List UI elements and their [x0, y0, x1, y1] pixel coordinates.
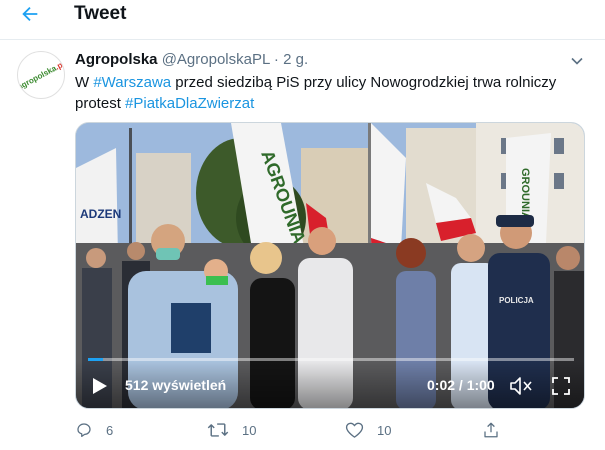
arrow-left-icon	[22, 6, 38, 22]
page-title: Tweet	[74, 3, 127, 24]
tweet-time[interactable]: 2 g.	[283, 51, 308, 68]
avatar[interactable]: agropolska.pl	[17, 51, 65, 99]
retweet-icon	[207, 423, 229, 437]
protest-banner-right: GROUNIA	[519, 168, 531, 220]
play-button[interactable]	[88, 375, 110, 397]
chevron-down-icon	[571, 57, 583, 65]
retweet-count: 10	[242, 422, 257, 438]
share-icon	[484, 422, 498, 438]
fullscreen-icon	[552, 377, 570, 395]
heart-icon	[345, 422, 364, 438]
tweet-meta: Agropolska @AgropolskaPL · 2 g.	[75, 50, 308, 70]
police-label: POLICJA	[499, 296, 534, 305]
reply-icon	[77, 423, 91, 438]
play-icon	[93, 378, 107, 394]
mute-button[interactable]	[509, 375, 533, 397]
tweet[interactable]: agropolska.pl Agropolska @AgropolskaPL ·…	[0, 40, 605, 450]
video-player[interactable]: ADZEN AGROUNIA GROUNIA POLICJA 512 wyświ…	[75, 122, 585, 409]
protest-sign: ADZEN	[80, 207, 121, 221]
avatar-logo: agropolska.pl	[17, 58, 65, 92]
view-count: 512 wyświetleń	[125, 377, 227, 393]
video-time: 0:02 / 1:00	[427, 377, 495, 393]
like-button[interactable]: 10	[345, 420, 391, 440]
retweet-button[interactable]: 10	[207, 420, 256, 440]
tweet-actions: 6 10 10	[75, 420, 585, 444]
like-count: 10	[377, 422, 392, 438]
more-options-button[interactable]	[569, 53, 585, 69]
fullscreen-button[interactable]	[550, 375, 572, 397]
hashtag-link[interactable]: #Warszawa	[93, 74, 171, 91]
user-handle[interactable]: @AgropolskaPL	[162, 51, 270, 68]
hashtag-link[interactable]: #PiatkaDlaZwierzat	[125, 95, 254, 112]
volume-muted-icon	[510, 377, 532, 395]
tweet-text: W #Warszawa przed siedzibą PiS przy ulic…	[75, 72, 580, 114]
share-button[interactable]	[482, 420, 500, 440]
reply-count: 6	[106, 422, 114, 438]
reply-button[interactable]: 6	[75, 420, 113, 440]
display-name[interactable]: Agropolska	[75, 51, 158, 68]
tweet-header: Tweet	[0, 0, 605, 40]
tweet-text-part: W	[75, 74, 94, 91]
video-controls: 512 wyświetleń 0:02 / 1:00	[76, 361, 584, 408]
meta-separator: ·	[273, 51, 279, 68]
back-button[interactable]	[14, 2, 46, 26]
